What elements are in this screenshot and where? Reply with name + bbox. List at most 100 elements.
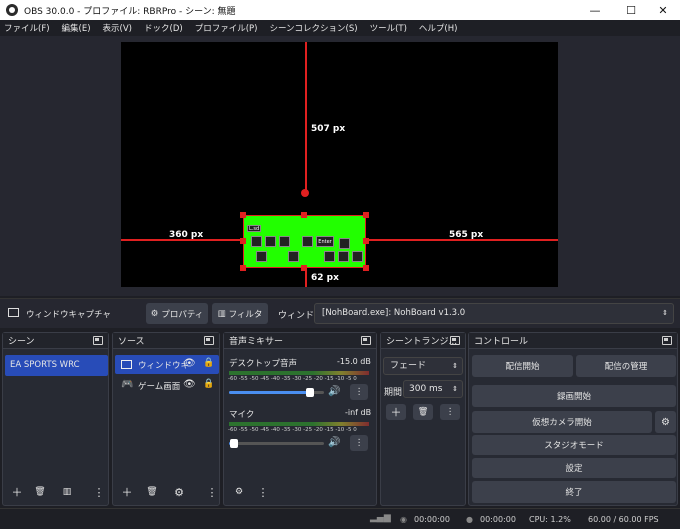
obs-logo-icon bbox=[6, 4, 18, 16]
channel-menu-button[interactable]: ⋮ bbox=[350, 384, 368, 400]
window-icon bbox=[121, 360, 132, 369]
menu-bar: ファイル(F) 編集(E) 表示(V) ドック(D) プロファイル(P) シーン… bbox=[0, 20, 680, 36]
more-menu-button[interactable]: ⋮ bbox=[207, 485, 218, 499]
studio-mode-button[interactable]: スタジオモード bbox=[472, 435, 676, 455]
source-item[interactable]: ウィンドウキ 👁 🔒 bbox=[115, 355, 219, 374]
filter-icon: ▥ bbox=[62, 487, 72, 497]
rotate-handle[interactable] bbox=[301, 189, 309, 197]
properties-button[interactable]: ⚙ プロパティ bbox=[146, 303, 208, 324]
undock-icon[interactable] bbox=[93, 336, 103, 345]
channel-level: -inf dB bbox=[345, 408, 372, 417]
menu-file[interactable]: ファイル(F) bbox=[4, 22, 50, 34]
transition-menu-button[interactable]: ⋮ bbox=[440, 404, 460, 420]
remove-source-button[interactable]: 🗑 bbox=[143, 485, 161, 499]
menu-scene-collection[interactable]: シーンコレクション(S) bbox=[269, 22, 357, 34]
updown-icon: ⇕ bbox=[452, 385, 458, 393]
resize-handle[interactable] bbox=[240, 265, 246, 271]
resize-handle[interactable] bbox=[363, 238, 369, 244]
window-capture-icon bbox=[8, 308, 19, 317]
maximize-button[interactable]: ☐ bbox=[614, 0, 648, 20]
transition-select[interactable]: フェード ⇕ bbox=[383, 357, 463, 375]
add-source-button[interactable]: ＋ bbox=[118, 485, 136, 499]
volume-slider[interactable] bbox=[229, 439, 324, 448]
more-menu-button[interactable]: ⋮ bbox=[94, 485, 105, 499]
menu-edit[interactable]: 編集(E) bbox=[62, 22, 91, 34]
scenes-dock: シーン EA SPORTS WRC ＋ 🗑 ▥ ⋮ bbox=[2, 332, 109, 506]
key bbox=[352, 251, 363, 262]
remove-transition-button[interactable]: 🗑 bbox=[413, 404, 433, 420]
bottom-distance-label: 62 px bbox=[311, 273, 339, 283]
slider-knob[interactable] bbox=[305, 388, 314, 397]
sources-title: ソース bbox=[113, 333, 219, 349]
resize-handle[interactable] bbox=[363, 212, 369, 218]
scene-item[interactable]: EA SPORTS WRC bbox=[5, 355, 108, 376]
close-button[interactable]: ✕ bbox=[646, 0, 680, 20]
channel-menu-button[interactable]: ⋮ bbox=[350, 435, 368, 451]
lock-icon[interactable]: 🔒 bbox=[203, 379, 214, 389]
source-properties-button[interactable]: ⚙ bbox=[170, 485, 188, 499]
key bbox=[302, 236, 313, 247]
filters-button[interactable]: ▥ フィルタ bbox=[212, 303, 268, 324]
undock-icon[interactable] bbox=[662, 336, 672, 345]
key bbox=[288, 251, 299, 262]
resize-handle[interactable] bbox=[301, 212, 307, 218]
scene-filters-button[interactable]: ▥ bbox=[58, 485, 76, 499]
key bbox=[339, 238, 350, 249]
add-transition-button[interactable]: ＋ bbox=[386, 404, 406, 420]
controls-dock: コントロール 配信開始 配信の管理 録画開始 仮想カメラ開始 ⚙ スタジオモード… bbox=[468, 332, 678, 506]
exit-button[interactable]: 終了 bbox=[472, 481, 676, 503]
gamepad-icon: 🎮 bbox=[121, 379, 134, 390]
scenes-title: シーン bbox=[3, 333, 108, 349]
source-item[interactable]: 🎮 ゲーム画面 👁 🔒 bbox=[115, 376, 219, 395]
menu-profile[interactable]: プロファイル(P) bbox=[195, 22, 258, 34]
trash-icon: 🗑 bbox=[146, 487, 158, 497]
visibility-eye-icon[interactable]: 👁 bbox=[183, 379, 196, 390]
stream-time: 00:00:00 bbox=[414, 515, 450, 524]
menu-tools[interactable]: ツール(T) bbox=[370, 22, 407, 34]
speaker-icon[interactable]: 🔊 bbox=[328, 386, 340, 397]
source-toolbar: ウィンドウキャプチャ ⚙ プロパティ ▥ フィルタ ウィンドウ [NohBoard.… bbox=[0, 298, 680, 328]
meter-ticks: -60 -55 -50 -45 -40 -35 -30 -25 -20 -15 … bbox=[228, 427, 357, 433]
lock-icon[interactable]: 🔒 bbox=[203, 358, 214, 368]
volume-slider[interactable] bbox=[229, 388, 324, 397]
start-recording-button[interactable]: 録画開始 bbox=[472, 385, 676, 407]
resize-handle[interactable] bbox=[363, 265, 369, 271]
undock-icon[interactable] bbox=[204, 336, 214, 345]
duration-spinbox[interactable]: 300 ms ⇕ bbox=[403, 380, 463, 398]
remove-scene-button[interactable]: 🗑 bbox=[31, 485, 49, 499]
key-enter: Enter bbox=[316, 236, 334, 247]
key bbox=[338, 251, 349, 262]
window-select[interactable]: [NohBoard.exe]: NohBoard v1.3.0 ⇕ bbox=[314, 303, 674, 324]
right-distance-label: 565 px bbox=[449, 230, 484, 240]
resize-handle[interactable] bbox=[301, 265, 307, 271]
nohboard-source[interactable]: L.sd Enter bbox=[243, 215, 366, 268]
settings-button[interactable]: 設定 bbox=[472, 458, 676, 478]
undock-icon[interactable] bbox=[450, 336, 460, 345]
more-menu-button[interactable]: ⋮ bbox=[258, 485, 269, 499]
preview-canvas[interactable]: 507 px 360 px 565 px 62 px L.sd Enter bbox=[121, 42, 558, 287]
minimize-button[interactable]: — bbox=[578, 0, 612, 20]
menu-view[interactable]: 表示(V) bbox=[103, 22, 132, 34]
meter-ticks: -60 -55 -50 -45 -40 -35 -30 -25 -20 -15 … bbox=[228, 376, 357, 382]
window-title: OBS 30.0.0 - プロファイル: RBRPro - シーン: 無題 bbox=[24, 6, 236, 17]
manage-streaming-button[interactable]: 配信の管理 bbox=[576, 355, 676, 377]
fps-readout: 60.00 / 60.00 FPS bbox=[588, 515, 659, 524]
slider-knob[interactable] bbox=[229, 439, 238, 448]
mixer-title: 音声ミキサー bbox=[224, 333, 376, 349]
virtual-camera-settings-button[interactable]: ⚙ bbox=[655, 411, 676, 433]
add-scene-button[interactable]: ＋ bbox=[8, 485, 26, 499]
speaker-icon[interactable]: 🔊 bbox=[328, 437, 340, 448]
audio-mixer-dock: 音声ミキサー デスクトップ音声 -15.0 dB -60 -55 -50 -45… bbox=[223, 332, 377, 506]
visibility-eye-icon[interactable]: 👁 bbox=[183, 358, 196, 369]
menu-dock[interactable]: ドック(D) bbox=[144, 22, 183, 34]
start-virtual-camera-button[interactable]: 仮想カメラ開始 bbox=[472, 411, 652, 433]
undock-icon[interactable] bbox=[361, 336, 371, 345]
menu-help[interactable]: ヘルプ(H) bbox=[419, 22, 458, 34]
status-bar: ▂▄▆ ◉ 00:00:00 ● 00:00:00 CPU: 1.2% 60.0… bbox=[0, 508, 680, 529]
resize-handle[interactable] bbox=[240, 238, 246, 244]
resize-handle[interactable] bbox=[240, 212, 246, 218]
start-streaming-button[interactable]: 配信開始 bbox=[472, 355, 573, 377]
left-distance-label: 360 px bbox=[169, 230, 204, 240]
key bbox=[279, 236, 290, 247]
mixer-advanced-button[interactable]: ⚙ bbox=[230, 485, 248, 499]
